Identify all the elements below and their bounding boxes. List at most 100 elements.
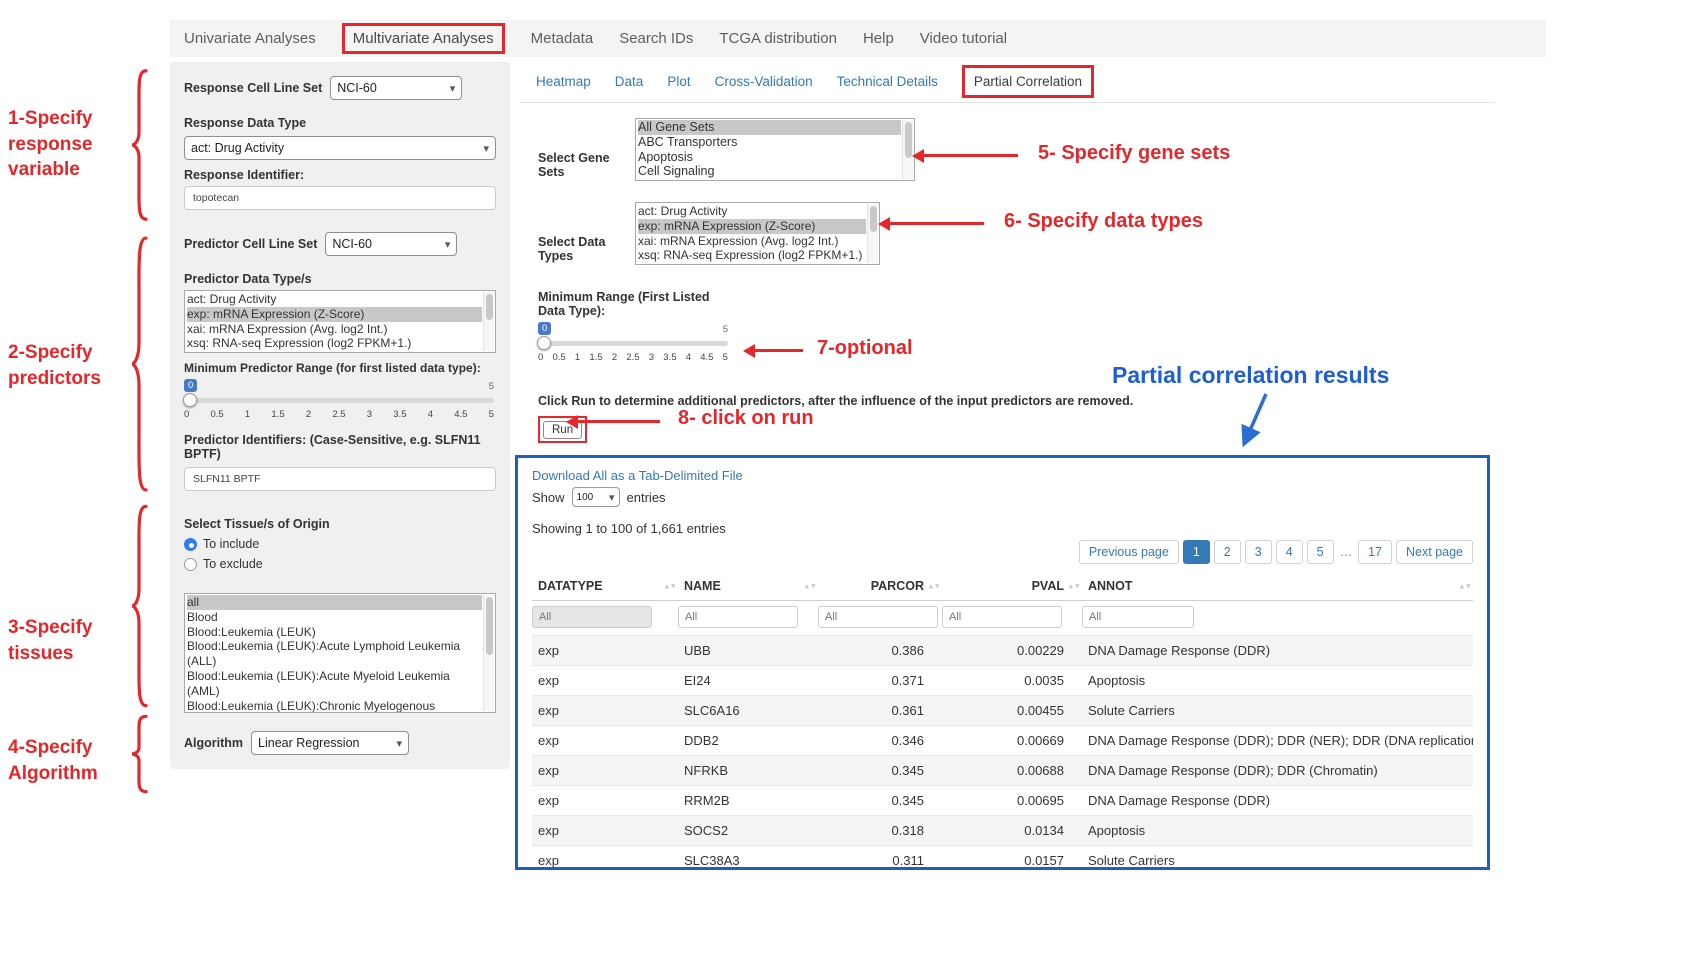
arrow-gene-sets <box>924 154 1018 157</box>
list-option[interactable]: Blood:Leukemia (LEUK):Acute Myeloid Leuk… <box>187 669 482 699</box>
response-data-type-select[interactable]: act: Drug Activity ▾ <box>184 136 496 160</box>
slider-ticks: 00.511.522.533.544.55 <box>184 409 494 420</box>
tab-partial-correlation[interactable]: Partial Correlation <box>962 65 1094 98</box>
page-button-17[interactable]: 17 <box>1358 540 1392 564</box>
next-page-button[interactable]: Next page <box>1396 540 1473 564</box>
nav-video-tutorial[interactable]: Video tutorial <box>920 30 1007 47</box>
filter-datatype[interactable] <box>532 606 652 628</box>
filter-annot[interactable] <box>1082 606 1194 628</box>
table-row: exp RRM2B 0.345 0.00695 DNA Damage Respo… <box>532 786 1473 816</box>
min-range-label-line2: Data Type): <box>538 304 738 318</box>
cell-datatype: exp <box>532 726 678 756</box>
list-option[interactable]: act: Drug Activity <box>638 204 866 219</box>
cell-name: RRM2B <box>678 786 818 816</box>
col-header-name[interactable]: NAME <box>678 572 818 601</box>
nav-metadata[interactable]: Metadata <box>531 30 594 47</box>
cell-annot: DNA Damage Response (DDR) <box>1082 636 1473 666</box>
slider-track[interactable] <box>538 341 728 346</box>
previous-page-button[interactable]: Previous page <box>1079 540 1179 564</box>
top-nav: Univariate Analyses Multivariate Analyse… <box>170 20 1546 57</box>
arrow-data-types <box>890 222 984 225</box>
col-header-parcor[interactable]: PARCOR <box>818 572 942 601</box>
page-button-3[interactable]: 3 <box>1245 540 1272 564</box>
blue-arrow-icon <box>1232 392 1276 454</box>
cell-datatype: exp <box>532 636 678 666</box>
list-option[interactable]: Blood <box>187 610 482 625</box>
nav-univariate-analyses[interactable]: Univariate Analyses <box>184 30 316 47</box>
tab-cross-validation[interactable]: Cross-Validation <box>715 74 813 89</box>
list-option[interactable]: Cell Signaling <box>638 164 901 179</box>
scrollbar[interactable] <box>867 204 878 263</box>
page-button-4[interactable]: 4 <box>1276 540 1303 564</box>
nav-search-ids[interactable]: Search IDs <box>619 30 693 47</box>
sort-icon[interactable] <box>1458 582 1471 591</box>
tab-data[interactable]: Data <box>615 74 644 89</box>
sort-icon[interactable] <box>927 582 940 591</box>
cell-pval: 0.00695 <box>942 786 1082 816</box>
list-option[interactable]: Blood:Leukemia (LEUK):Chronic Myelogenou… <box>187 699 482 713</box>
slider-max-label: 5 <box>723 324 728 335</box>
predictor-identifiers-input[interactable] <box>184 467 496 491</box>
col-header-datatype[interactable]: DATATYPE <box>532 572 678 601</box>
list-option[interactable]: Apoptosis <box>638 150 901 165</box>
list-option-selected[interactable]: exp: mRNA Expression (Z-Score) <box>187 307 482 322</box>
response-cell-line-set-select[interactable]: NCI-60 ▾ <box>330 76 462 100</box>
page-button-5[interactable]: 5 <box>1307 540 1334 564</box>
filter-name[interactable] <box>678 606 798 628</box>
annotation-step6: 6- Specify data types <box>1004 210 1203 233</box>
nav-multivariate-analyses[interactable]: Multivariate Analyses <box>342 23 505 54</box>
cell-pval: 0.0035 <box>942 666 1082 696</box>
slider-handle[interactable] <box>537 336 551 350</box>
scrollbar[interactable] <box>483 595 494 711</box>
list-option[interactable]: xai: mRNA Expression (Avg. log2 Int.) <box>638 234 866 249</box>
tab-plot[interactable]: Plot <box>667 74 690 89</box>
list-option[interactable]: xsq: RNA-seq Expression (log2 FPKM+1.) <box>638 248 866 263</box>
arrow-optional <box>755 349 803 352</box>
list-option[interactable]: act: Drug Activity <box>187 292 482 307</box>
algorithm-select[interactable]: Linear Regression ▾ <box>251 731 409 755</box>
sort-icon[interactable] <box>663 582 676 591</box>
list-option[interactable]: xsq: RNA-seq Expression (log2 FPKM+1.) <box>187 336 482 351</box>
filter-pval[interactable] <box>942 606 1062 628</box>
list-option-selected[interactable]: All Gene Sets <box>638 120 901 135</box>
slider-handle[interactable] <box>183 393 197 407</box>
cell-name: EI24 <box>678 666 818 696</box>
slider-track[interactable] <box>184 398 494 403</box>
scrollbar[interactable] <box>483 292 494 351</box>
showing-info: Showing 1 to 100 of 1,661 entries <box>532 521 1473 536</box>
predictor-cell-line-set-select[interactable]: NCI-60 ▾ <box>325 232 457 256</box>
list-option[interactable]: Blood:Leukemia (LEUK):Acute Lymphoid Leu… <box>187 639 482 669</box>
radio-to-include[interactable]: To include <box>184 537 496 551</box>
tab-technical-details[interactable]: Technical Details <box>837 74 938 89</box>
list-option[interactable]: Blood:Leukemia (LEUK) <box>187 625 482 640</box>
nav-tcga-distribution[interactable]: TCGA distribution <box>719 30 837 47</box>
sort-icon[interactable] <box>803 582 816 591</box>
download-link[interactable]: Download All as a Tab-Delimited File <box>532 468 743 483</box>
annotation-step7: 7-optional <box>817 337 913 360</box>
chevron-down-icon: ▾ <box>445 238 451 251</box>
cell-datatype: exp <box>532 846 678 871</box>
cell-pval: 0.00669 <box>942 726 1082 756</box>
list-option[interactable]: ABC Transporters <box>638 135 901 150</box>
cell-parcor: 0.311 <box>818 846 942 871</box>
filter-parcor[interactable] <box>818 606 938 628</box>
cell-pval: 0.00229 <box>942 636 1082 666</box>
nav-help[interactable]: Help <box>863 30 894 47</box>
response-set-value: NCI-60 <box>337 81 377 95</box>
page-size-select[interactable]: 100 ▾ <box>572 487 620 507</box>
col-header-pval[interactable]: PVAL <box>942 572 1082 601</box>
sort-icon[interactable] <box>1067 582 1080 591</box>
bracket-step1 <box>126 66 150 224</box>
tab-heatmap[interactable]: Heatmap <box>536 74 591 89</box>
response-identifier-input[interactable] <box>184 186 496 210</box>
page-button-1[interactable]: 1 <box>1183 540 1210 564</box>
list-option-selected[interactable]: exp: mRNA Expression (Z-Score) <box>638 219 866 234</box>
page-button-2[interactable]: 2 <box>1214 540 1241 564</box>
main-area: Heatmap Data Plot Cross-Validation Techn… <box>520 62 1550 462</box>
list-option[interactable]: xai: mRNA Expression (Avg. log2 Int.) <box>187 322 482 337</box>
radio-to-exclude[interactable]: To exclude <box>184 557 496 571</box>
col-header-annot[interactable]: ANNOT <box>1082 572 1473 601</box>
slider-max-label: 5 <box>489 381 494 392</box>
gene-sets-label: Select Gene Sets <box>538 151 635 179</box>
list-option-selected[interactable]: all <box>187 595 482 610</box>
